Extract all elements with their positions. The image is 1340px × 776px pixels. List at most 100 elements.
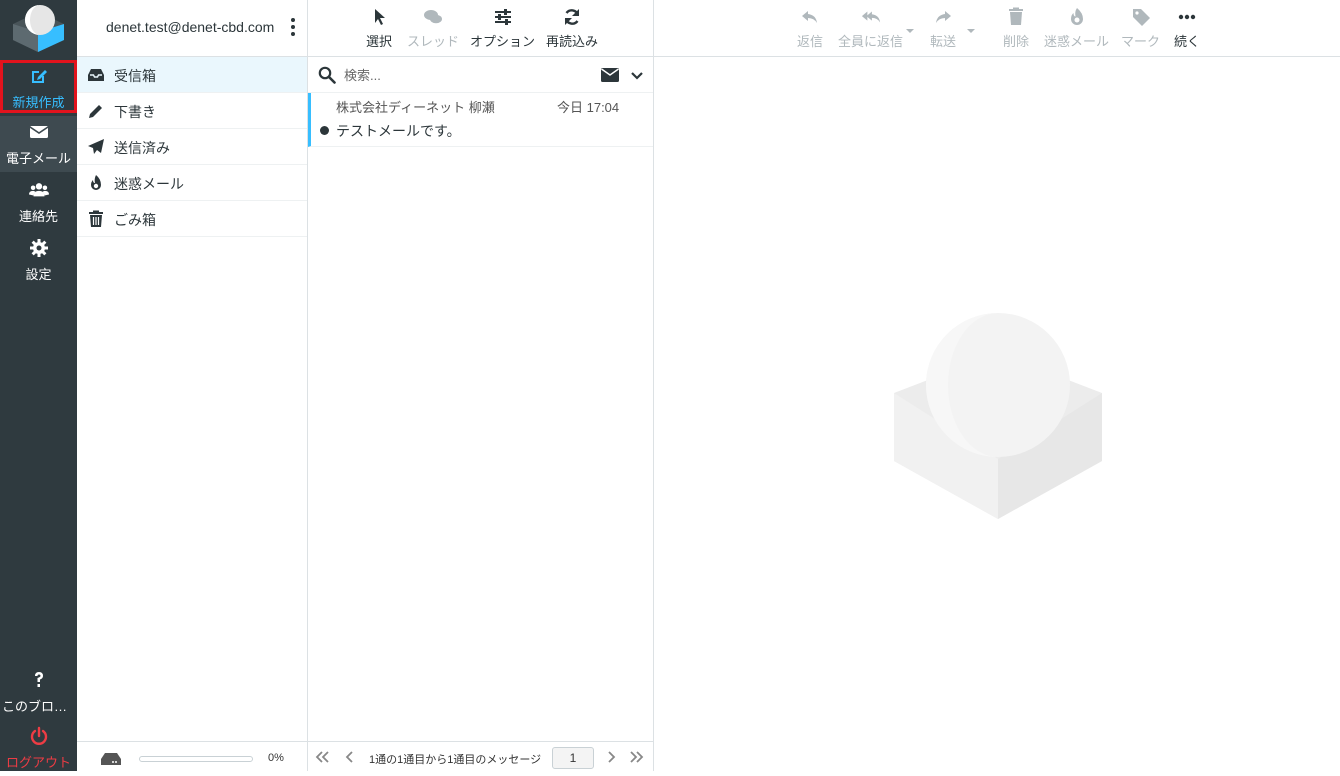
page-number-input[interactable]: 1 [552, 747, 594, 769]
compose-button[interactable]: 新規作成 [0, 60, 77, 113]
junk-label: 迷惑メール [1044, 34, 1110, 49]
ellipsis-icon [1174, 4, 1200, 30]
folder-sent[interactable]: 送信済み [77, 129, 307, 165]
nav-about[interactable]: このブログ... [0, 664, 77, 720]
forward-icon [930, 4, 956, 30]
quota-bar [139, 756, 253, 762]
threads-label: スレッド [407, 34, 460, 49]
compose-label: 新規作成 [12, 95, 65, 110]
options-label: オプション [470, 34, 536, 49]
message-date: 今日 17:04 [557, 100, 620, 115]
sliders-icon [470, 4, 535, 30]
message-toolbar: 返信 全員に返信 転送 削除 迷惑メール マーク 続く [654, 0, 1340, 57]
reply-button[interactable]: 返信 [797, 4, 823, 50]
folder-label: 下書き [114, 104, 156, 120]
watermark-logo [894, 313, 1104, 521]
compose-icon [3, 66, 74, 88]
chevron-down-icon[interactable] [631, 69, 643, 81]
reply-all-dropdown-icon[interactable] [906, 22, 914, 33]
fire-icon [87, 174, 105, 192]
refresh-button[interactable]: 再読込み [546, 4, 598, 50]
next-page-icon[interactable] [604, 750, 618, 764]
paper-plane-icon [87, 138, 105, 156]
search-icon[interactable] [318, 66, 336, 84]
nav-contacts-label: 連絡先 [18, 209, 58, 224]
first-page-icon[interactable] [315, 750, 329, 764]
main-navigation: 新規作成 電子メール 連絡先 設定 このブログ... ログアウト [0, 0, 77, 771]
nav-about-label: このブログ... [2, 699, 77, 714]
previous-page-icon[interactable] [343, 750, 357, 764]
folder-inbox[interactable]: 受信箱 [77, 57, 307, 93]
reply-all-icon [838, 4, 903, 30]
gear-icon [0, 238, 77, 260]
account-email: denet.test@denet-cbd.com [106, 19, 275, 35]
folder-label: 迷惑メール [114, 176, 184, 192]
message-from: 株式会社ディーネット 柳瀬 [336, 100, 495, 115]
folder-trash[interactable]: ごみ箱 [77, 201, 307, 237]
envelope-icon [0, 122, 77, 144]
quota-indicator: 0% [77, 741, 308, 771]
pagination: 1通の1通目から1通目のメッセージ 1 [308, 741, 654, 771]
account-menu-icon[interactable] [289, 16, 297, 40]
delete-button[interactable]: 削除 [1003, 4, 1029, 50]
junk-button[interactable]: 迷惑メール [1044, 4, 1109, 50]
threads-button[interactable]: スレッド [407, 4, 459, 50]
unread-dot-icon[interactable] [320, 126, 329, 135]
folder-label: 送信済み [114, 140, 170, 156]
quota-percent: 0% [268, 752, 284, 764]
message-subject: テストメールです。 [336, 123, 461, 139]
search-bar [308, 57, 653, 93]
question-icon [0, 670, 77, 692]
inbox-icon [87, 66, 105, 84]
forward-dropdown-icon[interactable] [967, 22, 975, 33]
reply-label: 返信 [797, 34, 824, 49]
hard-drive-icon [101, 752, 121, 765]
folder-label: ごみ箱 [114, 212, 156, 228]
logout-button[interactable]: ログアウト [0, 720, 77, 776]
reply-all-button[interactable]: 全員に返信 [838, 4, 903, 50]
refresh-icon [546, 4, 598, 30]
pagination-summary: 1通の1通目から1通目のメッセージ [369, 754, 542, 766]
forward-label: 転送 [930, 34, 957, 49]
search-scope-envelope-icon[interactable] [601, 68, 619, 82]
search-input[interactable] [342, 64, 582, 86]
nav-mail[interactable]: 電子メール [0, 116, 77, 172]
nav-mail-label: 電子メール [5, 151, 71, 166]
nav-settings-label: 設定 [25, 267, 52, 282]
power-icon [0, 726, 77, 748]
mark-label: マーク [1121, 34, 1161, 49]
tag-icon [1121, 4, 1160, 30]
list-toolbar: 選択 スレッド オプション 再読込み [308, 0, 653, 57]
more-label: 続く [1174, 34, 1201, 49]
reply-all-label: 全員に返信 [838, 34, 904, 49]
select-label: 選択 [366, 34, 393, 49]
last-page-icon[interactable] [630, 750, 644, 764]
logout-label: ログアウト [5, 755, 71, 770]
select-button[interactable]: 選択 [366, 4, 392, 50]
users-icon [0, 180, 77, 202]
folder-junk[interactable]: 迷惑メール [77, 165, 307, 201]
roundcube-logo[interactable] [0, 0, 77, 58]
more-button[interactable]: 続く [1174, 4, 1200, 50]
options-button[interactable]: オプション [470, 4, 535, 50]
pencil-icon [87, 102, 105, 120]
reply-icon [797, 4, 823, 30]
message-list-panel: 選択 スレッド オプション 再読込み 株式会社ディーネット 柳瀬 今日 17:0… [308, 0, 654, 771]
forward-button[interactable]: 転送 [930, 4, 956, 50]
nav-contacts[interactable]: 連絡先 [0, 174, 77, 230]
fire-icon [1044, 4, 1109, 30]
folder-drafts[interactable]: 下書き [77, 93, 307, 129]
cursor-icon [366, 4, 392, 30]
account-header: denet.test@denet-cbd.com [77, 0, 307, 57]
mark-button[interactable]: マーク [1121, 4, 1160, 50]
trash-icon [1003, 4, 1029, 30]
delete-label: 削除 [1003, 34, 1030, 49]
trash-icon [87, 210, 105, 228]
refresh-label: 再読込み [546, 34, 599, 49]
nav-settings[interactable]: 設定 [0, 232, 77, 288]
message-row[interactable]: 株式会社ディーネット 柳瀬 今日 17:04 テストメールです。 [308, 93, 653, 147]
folder-list-panel: denet.test@denet-cbd.com 受信箱 下書き 送信済み 迷惑… [77, 0, 308, 771]
comments-icon [407, 4, 459, 30]
reading-pane: 返信 全員に返信 転送 削除 迷惑メール マーク 続く [654, 0, 1340, 771]
folder-label: 受信箱 [114, 68, 156, 84]
